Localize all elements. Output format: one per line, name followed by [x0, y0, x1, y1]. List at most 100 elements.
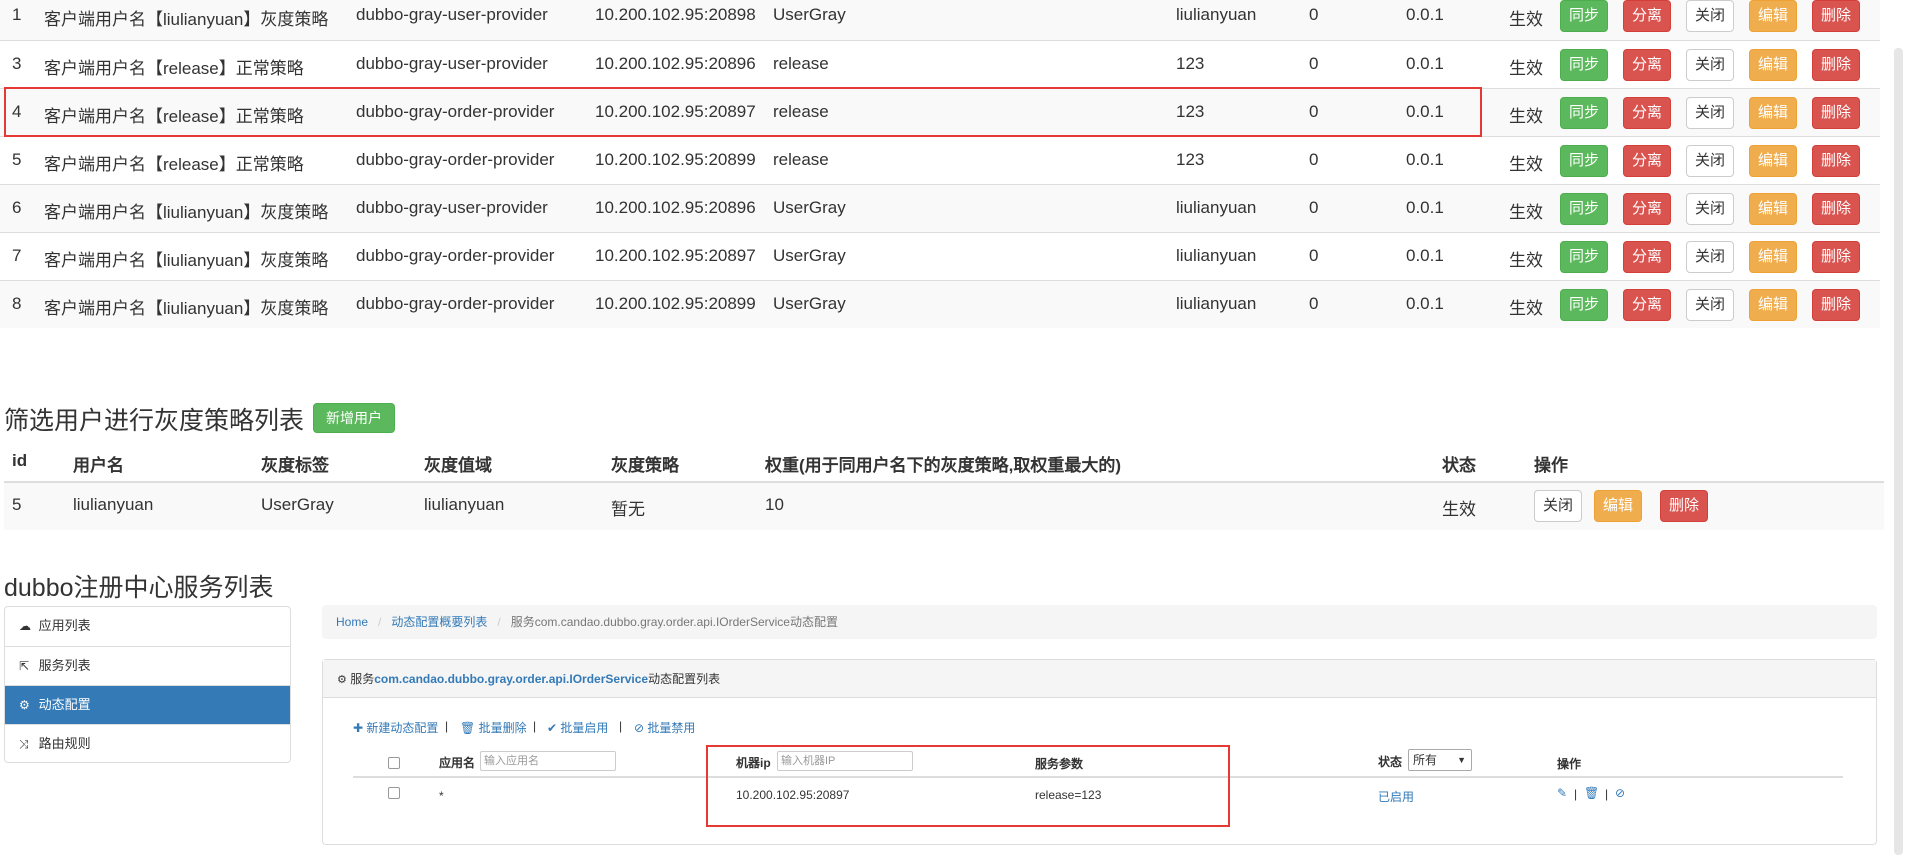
- row-strategy-name: 客户端用户名【liulianyuan】灰度策略: [44, 299, 329, 318]
- row-provider: dubbo-gray-order-provider: [356, 294, 555, 313]
- sidebar-item-label: 服务列表: [38, 658, 91, 673]
- row-gray-value: 123: [1176, 54, 1205, 73]
- table-row: 8 客户端用户名【liulianyuan】灰度策略 dubbo-gray-order…: [0, 280, 1880, 328]
- table-row: 7 客户端用户名【liulianyuan】灰度策略 dubbo-gray-order…: [0, 232, 1880, 280]
- delete-button[interactable]: 删除: [1812, 0, 1860, 32]
- edit-icon[interactable]: ✎: [1557, 786, 1567, 800]
- split-button[interactable]: 分离: [1623, 241, 1671, 273]
- trash-icon[interactable]: 🗑: [1584, 786, 1599, 800]
- delete-button[interactable]: 删除: [1812, 97, 1860, 129]
- edit-button[interactable]: 编辑: [1749, 0, 1797, 32]
- split-button[interactable]: 分离: [1623, 49, 1671, 81]
- col-header-action: 操作: [1534, 456, 1568, 475]
- edit-button[interactable]: 编辑: [1749, 97, 1797, 129]
- edit-button[interactable]: 编辑: [1749, 241, 1797, 273]
- sidebar-item-services[interactable]: ⇱ 服务列表: [5, 646, 290, 685]
- split-button[interactable]: 分离: [1623, 289, 1671, 321]
- row-version: 0.0.1: [1406, 150, 1444, 169]
- row-index: 5: [12, 150, 22, 169]
- sidebar-item-routes[interactable]: ⤨ 路由规则: [5, 724, 290, 762]
- add-user-button[interactable]: 新增用户: [313, 403, 395, 433]
- new-config-label: 新建动态配置: [366, 721, 439, 735]
- breadcrumb-separator: /: [378, 615, 382, 629]
- row-tag: release: [773, 54, 829, 73]
- close-button[interactable]: 关闭: [1686, 193, 1734, 225]
- panel-heading-prefix: 服务: [350, 672, 375, 686]
- row-gray-value: liulianyuan: [1176, 246, 1257, 265]
- row-status-link[interactable]: 已启用: [1378, 788, 1414, 805]
- col-header-app: 应用名: [439, 756, 476, 770]
- split-button[interactable]: 分离: [1623, 0, 1671, 32]
- close-button[interactable]: 关闭: [1686, 97, 1734, 129]
- close-button[interactable]: 关闭: [1686, 49, 1734, 81]
- delete-button[interactable]: 删除: [1812, 193, 1860, 225]
- sidebar-item-apps[interactable]: ☁ 应用列表: [5, 607, 290, 646]
- edit-button[interactable]: 编辑: [1749, 49, 1797, 81]
- table-row: 5 客户端用户名【release】正常策略 dubbo-gray-order-pro…: [0, 136, 1880, 184]
- breadcrumb-home-link[interactable]: Home: [336, 615, 368, 629]
- row-count: 0: [1309, 150, 1319, 169]
- toolbar-separator: |: [619, 719, 623, 733]
- close-button[interactable]: 关闭: [1686, 145, 1734, 177]
- breadcrumb-list-link[interactable]: 动态配置概要列表: [391, 615, 487, 629]
- action-separator: |: [1574, 787, 1578, 801]
- row-strategy-name: 客户端用户名【release】正常策略: [44, 155, 304, 174]
- action-separator: |: [1605, 787, 1609, 801]
- batch-enable-link[interactable]: ✔ 批量启用: [547, 719, 608, 736]
- vertical-scrollbar[interactable]: [1894, 48, 1903, 855]
- row-provider: dubbo-gray-user-provider: [356, 198, 548, 217]
- split-button[interactable]: 分离: [1623, 193, 1671, 225]
- user-edit-button[interactable]: 编辑: [1594, 490, 1642, 522]
- user-close-button[interactable]: 关闭: [1534, 490, 1582, 522]
- new-config-link[interactable]: ✚ 新建动态配置: [353, 719, 438, 736]
- sync-button[interactable]: 同步: [1560, 0, 1608, 32]
- delete-button[interactable]: 删除: [1812, 49, 1860, 81]
- row-address: 10.200.102.95:20896: [595, 54, 756, 73]
- sync-button[interactable]: 同步: [1560, 145, 1608, 177]
- check-icon: ✔: [547, 721, 558, 735]
- sync-button[interactable]: 同步: [1560, 49, 1608, 81]
- row-count: 0: [1309, 198, 1319, 217]
- delete-button[interactable]: 删除: [1812, 289, 1860, 321]
- batch-disable-label: 批量禁用: [647, 721, 696, 735]
- close-button[interactable]: 关闭: [1686, 241, 1734, 273]
- split-button[interactable]: 分离: [1623, 145, 1671, 177]
- col-header-id: id: [12, 451, 28, 470]
- edit-button[interactable]: 编辑: [1749, 289, 1797, 321]
- sync-button[interactable]: 同步: [1560, 193, 1608, 225]
- app-filter-input[interactable]: 输入应用名: [480, 751, 616, 771]
- status-select-value: 所有: [1413, 753, 1438, 767]
- close-button[interactable]: 关闭: [1686, 289, 1734, 321]
- close-button[interactable]: 关闭: [1686, 0, 1734, 32]
- user-delete-button[interactable]: 删除: [1660, 490, 1708, 522]
- edit-button[interactable]: 编辑: [1749, 193, 1797, 225]
- row-tag: UserGray: [773, 246, 846, 265]
- row-count: 0: [1309, 54, 1319, 73]
- status-filter-select[interactable]: 所有 ▼: [1408, 749, 1472, 771]
- ban-icon[interactable]: ⊘: [1615, 786, 1625, 800]
- row-provider: dubbo-gray-order-provider: [356, 246, 555, 265]
- user-row-id: 5: [12, 495, 22, 514]
- row-count: 0: [1309, 246, 1319, 265]
- row-status: 生效: [1509, 299, 1543, 318]
- user-row-weight: 10: [765, 495, 784, 514]
- row-tag: release: [773, 150, 829, 169]
- select-all-checkbox[interactable]: [388, 757, 400, 769]
- delete-button[interactable]: 删除: [1812, 145, 1860, 177]
- batch-disable-link[interactable]: ⊘ 批量禁用: [634, 719, 695, 736]
- sync-button[interactable]: 同步: [1560, 289, 1608, 321]
- split-button[interactable]: 分离: [1623, 97, 1671, 129]
- row-gray-value: liulianyuan: [1176, 294, 1257, 313]
- sync-button[interactable]: 同步: [1560, 241, 1608, 273]
- user-row-gray-tag: UserGray: [261, 495, 334, 514]
- row-checkbox[interactable]: [388, 787, 400, 799]
- delete-button[interactable]: 删除: [1812, 241, 1860, 273]
- edit-button[interactable]: 编辑: [1749, 145, 1797, 177]
- sidebar-item-dynamic-config[interactable]: ⚙ 动态配置: [5, 685, 290, 724]
- batch-enable-label: 批量启用: [560, 721, 609, 735]
- row-count: 0: [1309, 294, 1319, 313]
- batch-delete-link[interactable]: 🗑 批量删除: [460, 719, 527, 736]
- user-row-gray-strategy: 暂无: [611, 500, 645, 519]
- row-index: 6: [12, 198, 22, 217]
- sync-button[interactable]: 同步: [1560, 97, 1608, 129]
